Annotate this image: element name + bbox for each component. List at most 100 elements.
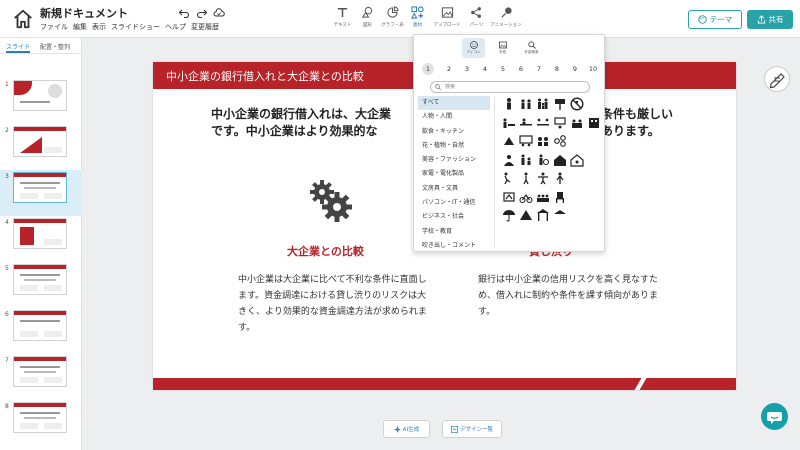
roof-icon[interactable] <box>553 208 567 222</box>
column-left-title[interactable]: 大企業との比較 <box>287 243 364 259</box>
blank-icon[interactable] <box>570 171 584 185</box>
tool-shape[interactable]: 図形 <box>355 6 380 34</box>
slide-thumbnail[interactable]: 5 <box>0 262 82 308</box>
chat-support-button[interactable] <box>761 403 788 430</box>
category-item[interactable]: 吹き出し・コメント <box>418 239 490 251</box>
category-item[interactable]: 学校・教育 <box>418 225 490 239</box>
category-item[interactable]: ビジネス・社会 <box>418 210 490 224</box>
prohibited-icon[interactable] <box>569 97 584 111</box>
slide-thumbnail[interactable]: 8 <box>0 400 82 446</box>
category-item[interactable]: 飲食・キッチン <box>418 125 490 139</box>
stay-home-house-icon[interactable] <box>569 153 584 167</box>
cloud-save-icon[interactable] <box>213 7 225 19</box>
stay-home-icon[interactable] <box>553 153 567 167</box>
page-9[interactable]: 9 <box>566 63 584 75</box>
network-icon[interactable] <box>553 134 567 148</box>
category-item[interactable]: 美容・ファッション <box>418 153 490 167</box>
slide-title[interactable]: 中小企業の銀行借入れと大企業との比較 <box>166 68 364 84</box>
blank-icon[interactable] <box>587 190 601 204</box>
slide-thumbnail[interactable]: 1 <box>0 78 82 124</box>
exercise-icon[interactable] <box>536 171 550 185</box>
office-icon[interactable] <box>587 116 601 130</box>
page-8[interactable]: 8 <box>548 63 566 75</box>
redo-icon[interactable] <box>196 7 208 19</box>
slide-thumbnail[interactable]: 4 <box>0 216 82 262</box>
popup-tab-icons[interactable]: アイコン <box>462 38 485 58</box>
category-item[interactable]: 人物・人間 <box>418 110 490 124</box>
blank-icon[interactable] <box>587 171 601 185</box>
category-item[interactable]: 家電・電化製品 <box>418 167 490 181</box>
blank-icon[interactable] <box>587 208 601 222</box>
bicycle-icon[interactable] <box>518 190 533 204</box>
popup-tab-external-search[interactable]: 外部検索 <box>520 38 543 58</box>
home-icon[interactable] <box>12 8 34 30</box>
walking-icon[interactable] <box>519 171 533 185</box>
tab-slides[interactable]: スライド <box>6 42 31 53</box>
side-tool-button[interactable] <box>764 66 790 92</box>
blank-icon[interactable] <box>570 134 584 148</box>
page-5[interactable]: 5 <box>494 63 512 75</box>
column-right-text[interactable]: 銀行は中小企業の信用リスクを高く見なすため、借入れに制約や条件を課す傾向がありま… <box>478 272 668 320</box>
sign-icon[interactable] <box>553 97 567 111</box>
slide-thumbnail[interactable]: 2 <box>0 124 82 170</box>
gears-icon[interactable] <box>308 178 353 223</box>
page-3[interactable]: 3 <box>458 63 476 75</box>
menu-history[interactable]: 変更履歴 <box>191 22 219 32</box>
menu-help[interactable]: ヘルプ <box>165 22 186 32</box>
blank-icon[interactable] <box>570 190 584 204</box>
group-icon[interactable] <box>570 116 584 130</box>
column-left-text[interactable]: 中小企業は大企業に比べて不利な条件に直面します。資金調達における貸し渋りのリスク… <box>238 272 428 336</box>
presentation-icon[interactable] <box>518 134 533 148</box>
runners-icon[interactable] <box>502 171 516 185</box>
page-7[interactable]: 7 <box>530 63 548 75</box>
crowd-icon[interactable] <box>519 97 533 111</box>
page-10[interactable]: 10 <box>584 63 602 75</box>
caregiving-icon[interactable] <box>536 153 550 167</box>
conversation-icon[interactable] <box>536 134 550 148</box>
page-1[interactable]: 1 <box>422 63 434 75</box>
tool-material[interactable]: 素材 <box>405 6 430 34</box>
tool-chart[interactable]: グラフ・表 <box>380 6 405 34</box>
icon-search-input[interactable]: 検索 <box>430 81 590 93</box>
category-item[interactable]: 文房具・文具 <box>418 182 490 196</box>
slide-thumbnail[interactable]: 7 <box>0 354 82 400</box>
childcare-icon[interactable] <box>502 153 516 167</box>
dance-icon[interactable] <box>553 171 567 185</box>
menu-file[interactable]: ファイル <box>40 22 68 32</box>
blank-icon[interactable] <box>570 208 584 222</box>
design-list-button[interactable]: デザイン一覧 <box>442 420 502 438</box>
chair-icon[interactable] <box>553 190 567 204</box>
menu-edit[interactable]: 編集 <box>73 22 87 32</box>
page-6[interactable]: 6 <box>512 63 530 75</box>
page-2[interactable]: 2 <box>440 63 458 75</box>
blank-icon[interactable] <box>587 134 601 148</box>
popup-tab-photos[interactable]: 写真 <box>491 38 514 58</box>
page-4[interactable]: 4 <box>476 63 494 75</box>
category-item[interactable]: 花・植物・自然 <box>418 139 490 153</box>
care-icon[interactable] <box>519 153 533 167</box>
document-title[interactable]: 新規ドキュメント <box>40 5 128 21</box>
tent-icon[interactable] <box>519 208 533 222</box>
lecture-icon[interactable] <box>553 116 567 130</box>
category-item[interactable]: すべて <box>418 96 490 111</box>
family-icon[interactable] <box>536 97 550 111</box>
ai-generate-button[interactable]: AI生成 <box>383 420 430 438</box>
desk-icon[interactable] <box>519 116 533 130</box>
slide-footer-bar[interactable] <box>153 378 736 390</box>
tab-arrange[interactable]: 配置・整列 <box>40 42 70 53</box>
tool-text[interactable]: テキスト <box>330 6 355 34</box>
blank-icon[interactable] <box>587 97 601 111</box>
tool-parts[interactable]: パーツ <box>464 6 489 34</box>
teamwork-icon[interactable] <box>502 134 516 148</box>
person-icon[interactable] <box>502 97 516 111</box>
slide-lead-text-right[interactable]: 条件も厳しい あります。 <box>601 106 721 140</box>
menu-view[interactable]: 表示 <box>92 22 106 32</box>
menu-slideshow[interactable]: スライドショー <box>111 22 160 32</box>
umbrella-icon[interactable] <box>502 208 516 222</box>
audience-icon[interactable] <box>536 190 550 204</box>
slide-thumbnail[interactable]: 3 <box>0 170 82 216</box>
tool-animation[interactable]: アニメーション <box>489 6 523 34</box>
balance-icon[interactable] <box>502 190 516 204</box>
blank-icon[interactable] <box>587 153 601 167</box>
pavilion-icon[interactable] <box>536 208 550 222</box>
